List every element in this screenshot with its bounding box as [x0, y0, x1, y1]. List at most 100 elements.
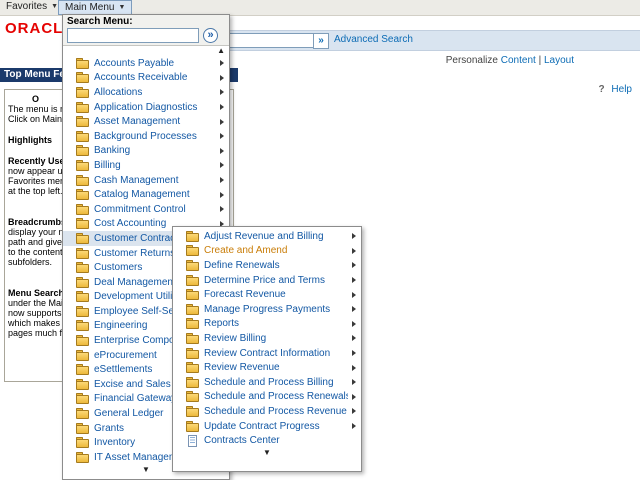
submenu-item[interactable]: Determine Price and Terms [173, 273, 361, 288]
submenu-item[interactable]: Manage Progress Payments [173, 302, 361, 317]
submenu-arrow-icon [220, 148, 224, 154]
submenu-item[interactable]: Forecast Revenue [173, 287, 361, 302]
menu-item[interactable]: Catalog Management [63, 187, 229, 202]
submenu-arrow-icon [352, 379, 356, 385]
submenu-arrow-icon [352, 408, 356, 414]
menu-item[interactable]: Accounts Payable [63, 56, 229, 71]
submenu-arrow-icon [220, 192, 224, 198]
folder-icon [186, 318, 199, 329]
caret-down-icon: ▼ [118, 1, 125, 14]
menu-item[interactable]: Commitment Control [63, 202, 229, 217]
folder-icon [76, 393, 89, 404]
submenu-item[interactable]: Schedule and Process Renewals [173, 390, 361, 405]
submenu-item[interactable]: Review Revenue [173, 360, 361, 375]
folder-icon [76, 58, 89, 69]
menu-item[interactable]: Banking [63, 144, 229, 159]
submenu-scroll-down-icon[interactable]: ▼ [173, 448, 361, 458]
submenu-list: Adjust Revenue and Billing Create and Am… [173, 229, 361, 448]
folder-icon [186, 377, 199, 388]
folder-icon [76, 452, 89, 463]
menu-item-label: Commitment Control [94, 204, 216, 215]
submenu-item[interactable]: Review Contract Information [173, 346, 361, 361]
submenu-item-label: Schedule and Process Renewals [204, 391, 348, 402]
folder-icon [76, 335, 89, 346]
menu-item[interactable]: Allocations [63, 85, 229, 100]
menu-item-label: Billing [94, 160, 216, 171]
submenu-arrow-icon [220, 75, 224, 81]
menu-item[interactable]: Billing [63, 158, 229, 173]
folder-icon [76, 423, 89, 434]
personalize-label: Personalize [446, 55, 498, 66]
submenu-item[interactable]: Contracts Center [173, 433, 361, 448]
menu-item-label: Accounts Receivable [94, 72, 216, 83]
folder-icon [76, 248, 89, 259]
folder-icon [186, 260, 199, 271]
submenu-item-label: Define Renewals [204, 260, 348, 271]
submenu-item[interactable]: Define Renewals [173, 258, 361, 273]
folder-icon [76, 320, 89, 331]
folder-icon [186, 245, 199, 256]
folder-icon [186, 275, 199, 286]
main-menu-button[interactable]: Main Menu ▼ [58, 0, 132, 15]
submenu-arrow-icon [352, 262, 356, 268]
submenu-item[interactable]: Review Billing [173, 331, 361, 346]
folder-icon [76, 72, 89, 83]
submenu-item[interactable]: Update Contract Progress [173, 419, 361, 434]
submenu-arrow-icon [352, 292, 356, 298]
folder-icon [76, 364, 89, 375]
folder-icon [76, 102, 89, 113]
submenu-arrow-icon [352, 233, 356, 239]
submenu-arrow-icon [220, 119, 224, 125]
submenu-arrow-icon [352, 423, 356, 429]
submenu-item-label: Manage Progress Payments [204, 304, 348, 315]
submenu-item-label: Review Contract Information [204, 348, 348, 359]
search-go-icon[interactable]: » [313, 33, 329, 49]
advanced-search-link[interactable]: Advanced Search [334, 34, 413, 45]
menu-item[interactable]: Application Diagnostics [63, 100, 229, 115]
menu-item[interactable]: Accounts Receivable [63, 71, 229, 86]
personalize-content-link[interactable]: Content [501, 55, 536, 66]
submenu-item[interactable]: Schedule and Process Billing [173, 375, 361, 390]
submenu-arrow-icon [220, 89, 224, 95]
menu-item[interactable]: Background Processes [63, 129, 229, 144]
folder-icon [76, 87, 89, 98]
folder-icon [186, 289, 199, 300]
submenu-item[interactable]: Reports [173, 317, 361, 332]
folder-icon [76, 262, 89, 273]
folder-icon [76, 291, 89, 302]
separator: | [539, 55, 542, 66]
menu-item-label: Cash Management [94, 175, 216, 186]
folder-icon [186, 421, 199, 432]
submenu-arrow-icon [352, 350, 356, 356]
menu-scroll-up-icon[interactable]: ▲ [63, 46, 229, 56]
menu-search-input[interactable] [67, 28, 199, 43]
folder-icon [186, 362, 199, 373]
menu-item-label: Background Processes [94, 131, 216, 142]
menu-item[interactable]: Asset Management [63, 114, 229, 129]
favorites-label: Favorites [6, 1, 47, 12]
submenu-arrow-icon [220, 177, 224, 183]
main-menu-label: Main Menu [65, 2, 114, 13]
folder-icon [186, 391, 199, 402]
submenu-item-label: Review Revenue [204, 362, 348, 373]
submenu-item[interactable]: Adjust Revenue and Billing [173, 229, 361, 244]
submenu-arrow-icon [220, 60, 224, 66]
menu-item[interactable]: Cash Management [63, 173, 229, 188]
personalize-layout-link[interactable]: Layout [544, 55, 574, 66]
submenu-arrow-icon [220, 206, 224, 212]
favorites-menu-button[interactable]: Favorites▼ [0, 0, 64, 14]
menu-item-label: Catalog Management [94, 189, 216, 200]
submenu-item[interactable]: Schedule and Process Revenue [173, 404, 361, 419]
folder-icon [76, 218, 89, 229]
help-link[interactable]: Help [611, 84, 632, 95]
folder-icon [76, 408, 89, 419]
personalize-bar: Personalize Content | Layout [446, 55, 574, 66]
submenu-item[interactable]: Create and Amend [173, 244, 361, 259]
submenu-item-label: Contracts Center [204, 435, 356, 446]
submenu-arrow-icon [352, 365, 356, 371]
folder-icon [186, 304, 199, 315]
submenu-arrow-icon [220, 162, 224, 168]
folder-icon [76, 233, 89, 244]
menu-search-go-icon[interactable]: » [203, 28, 218, 43]
folder-icon [186, 333, 199, 344]
